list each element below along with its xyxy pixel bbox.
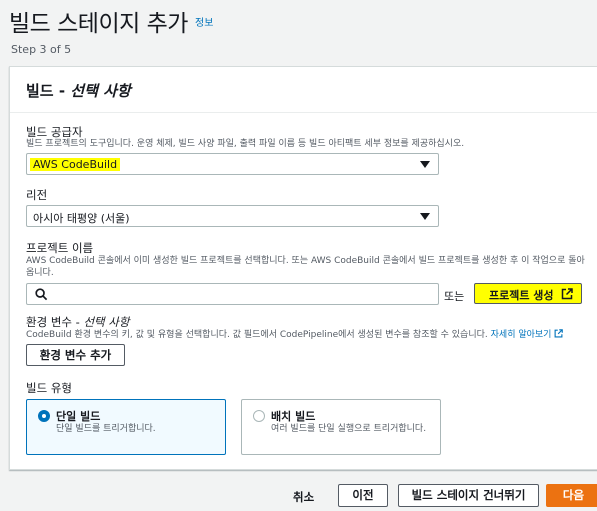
project-description: AWS CodeBuild 콘솔에서 이미 생성한 빌드 프로젝트를 선택합니다… bbox=[26, 256, 585, 278]
project-search-input[interactable] bbox=[26, 283, 439, 305]
info-link[interactable]: 정보 bbox=[195, 14, 213, 29]
skip-build-stage-button[interactable]: 빌드 스테이지 건너뛰기 bbox=[398, 484, 539, 507]
panel-header: 빌드 - 선택 사항 bbox=[10, 67, 597, 113]
build-type-label: 빌드 유형 bbox=[26, 381, 72, 395]
build-panel: 빌드 - 선택 사항 빌드 공급자 빌드 프로젝트의 도구입니다. 운영 체제,… bbox=[9, 66, 597, 470]
radio-selected-icon bbox=[38, 410, 50, 422]
or-text: 또는 bbox=[444, 290, 465, 303]
region-select[interactable]: 아시아 태평양 (서울) bbox=[26, 205, 439, 227]
single-build-description: 단일 빌드를 트리거합니다. bbox=[56, 424, 156, 434]
batch-build-description: 여러 빌드를 단일 실행으로 트리거합니다. bbox=[271, 424, 427, 434]
single-build-title: 단일 빌드 bbox=[56, 410, 101, 423]
panel-title: 빌드 - 선택 사항 bbox=[26, 82, 131, 100]
provider-select[interactable]: AWS CodeBuild bbox=[26, 153, 439, 175]
search-icon bbox=[35, 288, 48, 301]
project-label: 프로젝트 이름 bbox=[26, 241, 94, 255]
batch-build-tile[interactable]: 배치 빌드 여러 빌드를 단일 실행으로 트리거합니다. bbox=[241, 399, 441, 455]
region-select-value: 아시아 태평양 (서울) bbox=[33, 212, 130, 225]
create-project-button[interactable]: 프로젝트 생성 bbox=[474, 283, 582, 304]
radio-unselected-icon bbox=[253, 410, 265, 422]
step-indicator: Step 3 of 5 bbox=[11, 43, 72, 56]
external-link-icon bbox=[561, 288, 573, 300]
caret-down-icon bbox=[420, 213, 430, 220]
external-link-icon bbox=[554, 329, 564, 338]
next-button[interactable]: 다음 bbox=[546, 484, 597, 507]
page-title: 빌드 스테이지 추가 bbox=[9, 11, 188, 37]
env-description: CodeBuild 환경 변수의 키, 값 및 유형을 선택합니다. 값 필드에… bbox=[26, 329, 597, 341]
provider-select-value: AWS CodeBuild bbox=[30, 158, 121, 171]
batch-build-title: 배치 빌드 bbox=[271, 410, 316, 423]
caret-down-icon bbox=[420, 161, 430, 168]
provider-description: 빌드 프로젝트의 도구입니다. 운영 체제, 빌드 사양 파일, 출력 파일 이… bbox=[26, 139, 465, 149]
cancel-button[interactable]: 취소 bbox=[293, 489, 314, 505]
single-build-tile[interactable]: 단일 빌드 단일 빌드를 트리거합니다. bbox=[26, 399, 226, 455]
add-env-variable-button[interactable]: 환경 변수 추가 bbox=[26, 344, 125, 366]
previous-button[interactable]: 이전 bbox=[338, 484, 388, 507]
env-label: 환경 변수 - 선택 사항 bbox=[26, 315, 130, 329]
region-label: 리전 bbox=[26, 188, 48, 202]
learn-more-link[interactable]: 자세히 알아보기 bbox=[491, 330, 552, 340]
